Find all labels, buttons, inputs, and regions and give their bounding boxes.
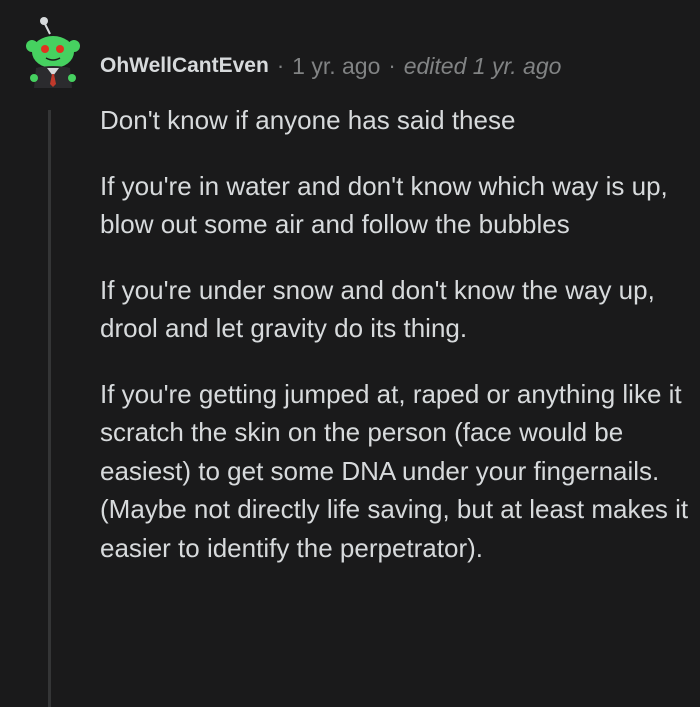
comment-paragraph: If you're under snow and don't know the … xyxy=(100,274,655,344)
comment: OhWellCantEven · 1 yr. ago · edited 1 yr… xyxy=(0,0,700,707)
meta-separator: · xyxy=(276,53,285,78)
comment-paragraph: If you're getting jumped at, raped or an… xyxy=(100,378,689,563)
thread-line[interactable] xyxy=(48,110,51,707)
comment-paragraph: Don't know if anyone has said these xyxy=(100,105,516,135)
comment-body: Don't know if anyone has said these If y… xyxy=(100,101,690,594)
meta-separator: · xyxy=(388,53,396,78)
comment-author[interactable]: OhWellCantEven xyxy=(100,54,269,78)
comment-header: OhWellCantEven · 1 yr. ago · edited 1 yr… xyxy=(100,48,561,84)
user-avatar-icon[interactable] xyxy=(22,16,86,106)
comment-timestamp[interactable]: 1 yr. ago xyxy=(292,53,380,80)
comment-paragraph: If you're in water and don't know which … xyxy=(100,170,668,240)
edited-label: edited 1 yr. ago xyxy=(403,52,562,79)
